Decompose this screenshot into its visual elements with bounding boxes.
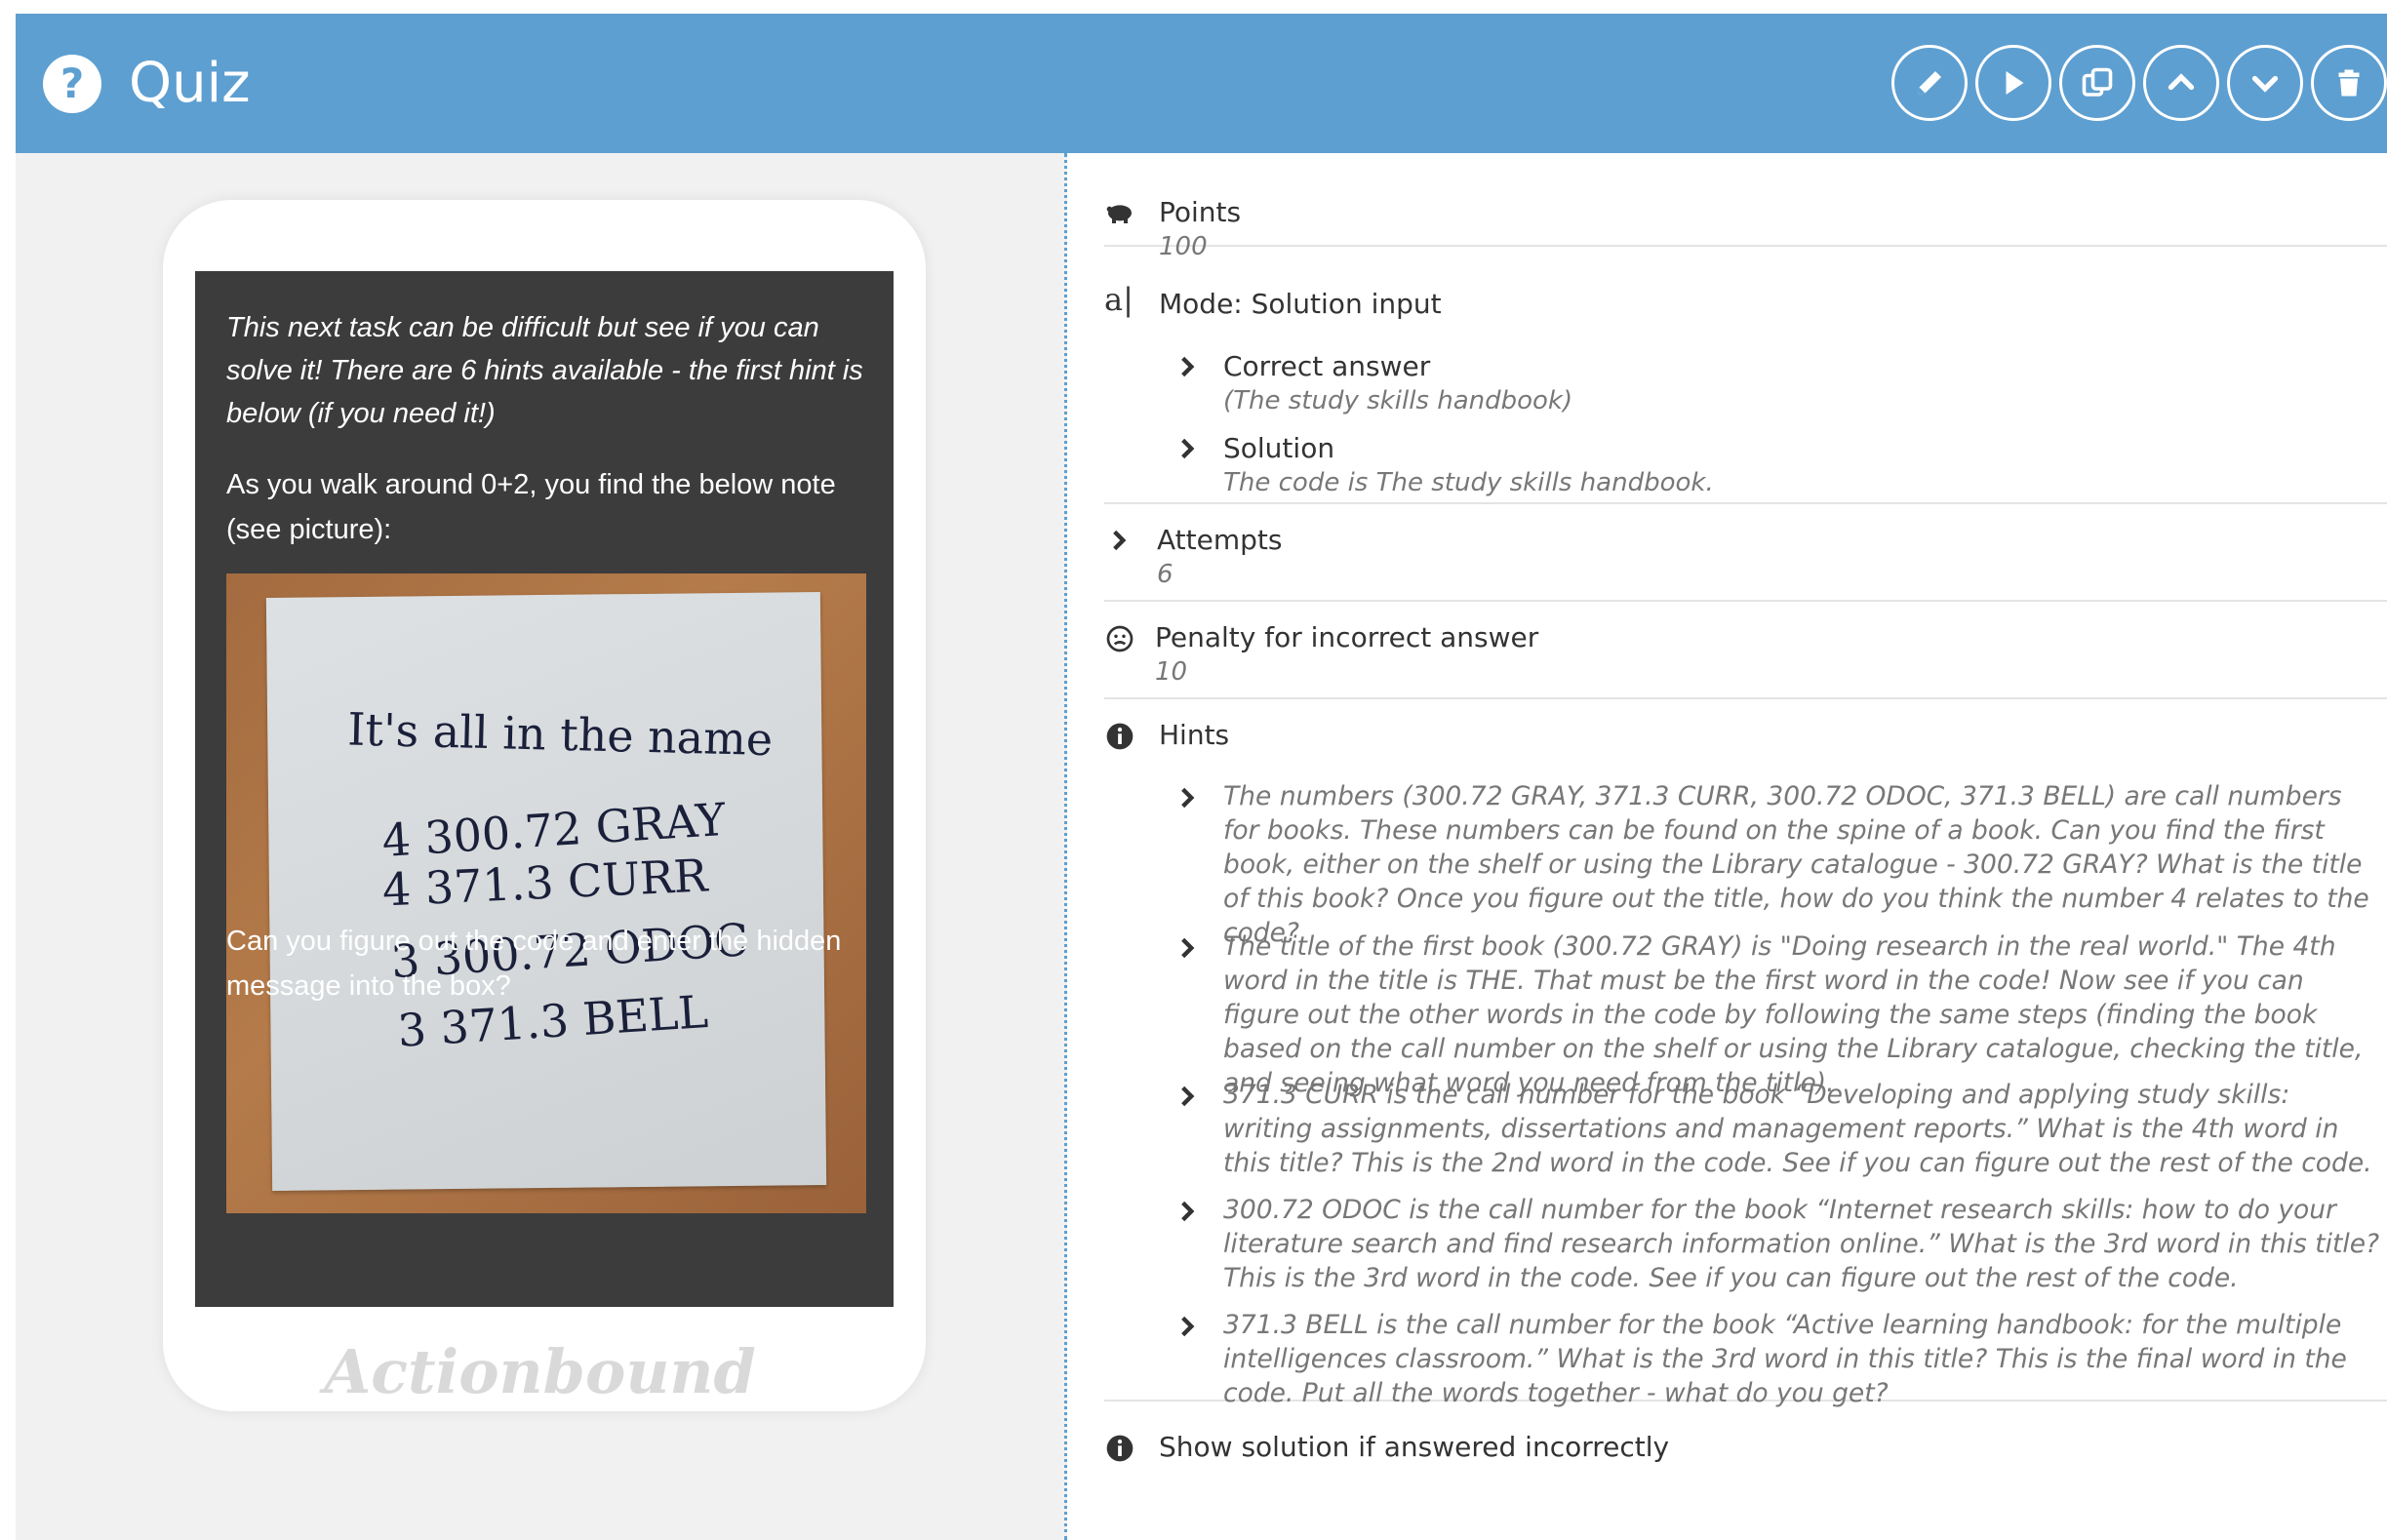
actionbound-logo: Actionbound	[324, 1336, 756, 1407]
move-up-button[interactable]	[2143, 45, 2219, 121]
chevron-right-icon[interactable]	[1174, 785, 1200, 810]
hints-label: Hints	[1159, 719, 1230, 751]
question-text: Can you figure out the code and enter th…	[226, 926, 842, 1002]
element-header: ? Quiz	[16, 14, 2387, 153]
hints-section: Hints The numbers (300.72 GRAY, 371.3 CU…	[1104, 701, 2387, 1408]
penalty-label: Penalty for incorrect answer	[1155, 621, 1539, 653]
correct-answer-label[interactable]: Correct answer	[1223, 350, 1430, 383]
play-button[interactable]	[1975, 45, 2051, 121]
chevron-right-icon[interactable]	[1174, 1314, 1200, 1339]
chevron-down-icon	[2251, 75, 2279, 93]
hint-item[interactable]: 300.72 ODOC is the call number for the b…	[1223, 1193, 2384, 1295]
chevron-right-icon[interactable]	[1174, 436, 1200, 461]
info-icon	[1106, 1435, 1134, 1462]
sad-face-icon	[1106, 625, 1134, 652]
duplicate-button[interactable]	[2059, 45, 2135, 121]
show-solution-section: Show solution if answered incorrectly	[1104, 1403, 2387, 1481]
hint-item[interactable]: 371.3 CURR is the call number for the bo…	[1223, 1078, 2384, 1180]
phone-screen: This next task can be difficult but see …	[195, 271, 894, 1307]
hint-item[interactable]: The title of the first book (300.72 GRAY…	[1223, 929, 2384, 1100]
note-heading: It's all in the name	[346, 702, 774, 767]
details-panel: Points 100 a| Mode: Solution input Corre…	[1067, 153, 2387, 1540]
chevron-right-icon[interactable]	[1174, 935, 1200, 961]
correct-answer-value: (The study skills handbook)	[1223, 386, 1573, 415]
trash-icon	[2338, 69, 2360, 97]
chevron-up-icon	[2168, 73, 2195, 91]
chevron-right-icon[interactable]	[1106, 528, 1132, 553]
penalty-value: 10	[1155, 657, 1188, 687]
attempts-label[interactable]: Attempts	[1157, 524, 1282, 557]
preview-panel: This next task can be difficult but see …	[16, 153, 1064, 1540]
move-down-button[interactable]	[2227, 45, 2303, 121]
attempts-section: Attempts 6	[1104, 506, 2387, 602]
handwritten-note: It's all in the name 4 300.72 GRAY 4 371…	[265, 592, 827, 1191]
hint-item[interactable]: The numbers (300.72 GRAY, 371.3 CURR, 30…	[1223, 779, 2384, 950]
points-section: Points 100	[1104, 153, 2387, 261]
chevron-right-icon[interactable]	[1174, 1199, 1200, 1224]
chevron-right-icon[interactable]	[1174, 354, 1200, 379]
walk-text: As you walk around 0+2, you find the bel…	[226, 469, 836, 545]
info-icon	[1106, 723, 1134, 750]
play-icon	[2006, 71, 2024, 95]
hint-item[interactable]: 371.3 BELL is the call number for the bo…	[1223, 1308, 2384, 1410]
intro-text: This next task can be difficult but see …	[226, 312, 863, 429]
show-solution-label: Show solution if answered incorrectly	[1159, 1431, 1670, 1463]
edit-button[interactable]	[1891, 45, 1968, 121]
question-icon: ?	[43, 55, 101, 113]
piggy-bank-icon	[1106, 205, 1132, 223]
attempts-value: 6	[1157, 560, 1174, 589]
pencil-icon	[1918, 71, 1941, 95]
mode-label: Mode: Solution input	[1159, 288, 1442, 320]
element-title: Quiz	[129, 52, 251, 115]
delete-button[interactable]	[2311, 45, 2387, 121]
mode-section: a| Mode: Solution input Correct answer (…	[1104, 249, 2387, 504]
penalty-section: Penalty for incorrect answer 10	[1104, 604, 2387, 699]
solution-value: The code is The study skills handbook.	[1223, 468, 1714, 497]
copy-icon	[2082, 67, 2113, 97]
element-toolbar	[1884, 45, 2387, 123]
app-window: ? Quiz This next task can be difficult b…	[16, 14, 2387, 1540]
chevron-right-icon[interactable]	[1174, 1084, 1200, 1109]
points-label: Points	[1159, 196, 1242, 228]
text-cursor-icon: a|	[1104, 281, 1134, 318]
note-photo: It's all in the name 4 300.72 GRAY 4 371…	[226, 573, 866, 1213]
solution-label[interactable]: Solution	[1223, 432, 1334, 465]
